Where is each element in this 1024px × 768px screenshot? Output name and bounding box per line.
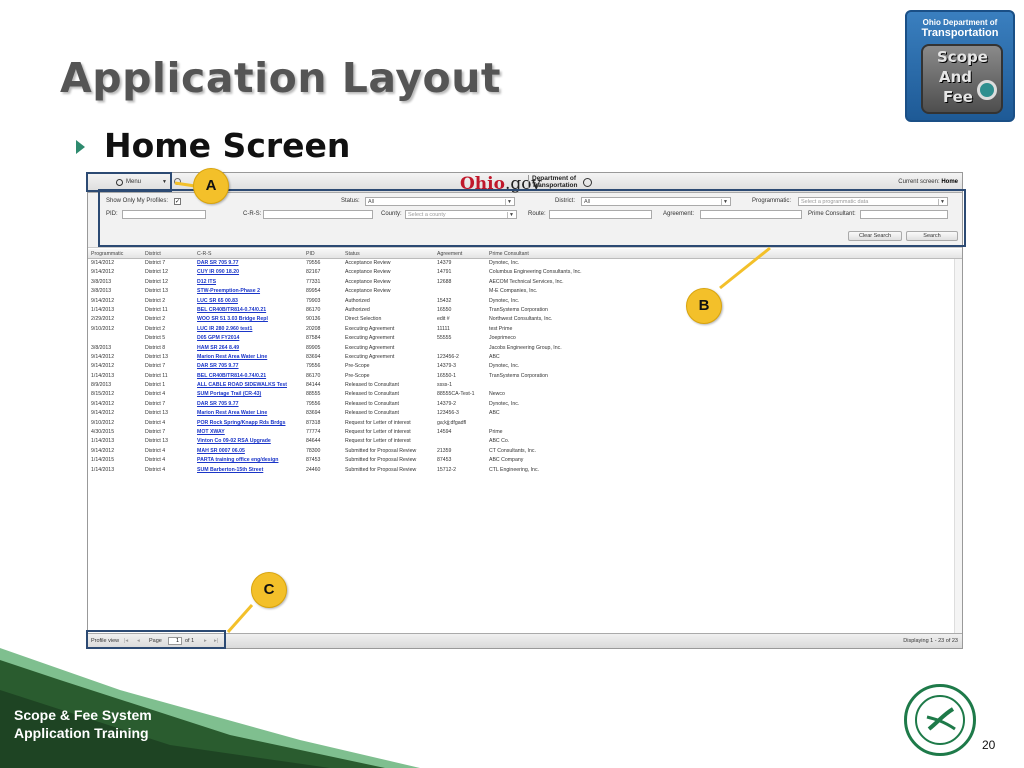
seal-highway-icon [926,707,956,731]
footer-title: Scope & Fee System Application Training [14,706,152,742]
odot-seal-icon [904,684,976,756]
page-number: 20 [982,738,996,752]
footer-decoration [0,648,420,768]
footer-line2: Application Training [14,725,149,741]
footer-line1: Scope & Fee System [14,707,152,723]
